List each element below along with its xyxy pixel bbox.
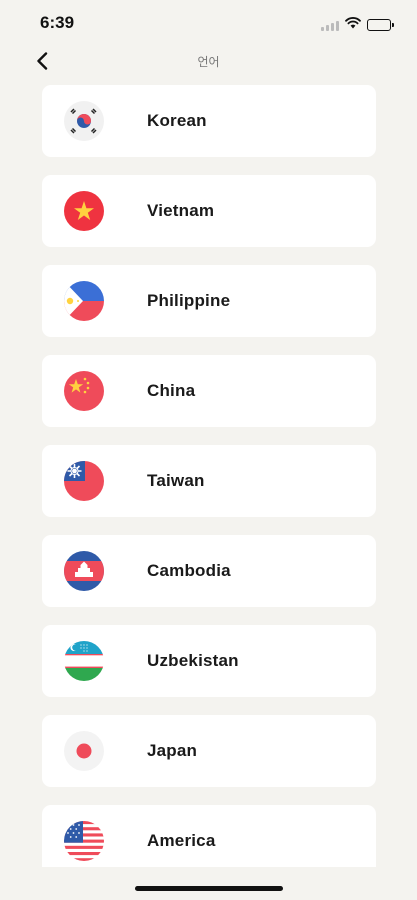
- japan-flag-icon: [64, 731, 104, 771]
- nav-bar: 언어: [0, 44, 417, 78]
- language-item-philippine[interactable]: Philippine: [42, 265, 376, 337]
- language-label: Philippine: [147, 291, 231, 310]
- status-bar: 6:39: [0, 0, 417, 44]
- cambodia-flag-icon: [64, 551, 104, 591]
- language-item-korean[interactable]: Korean: [42, 85, 376, 157]
- language-item-china[interactable]: China: [42, 355, 376, 427]
- language-item-uzbekistan[interactable]: Uzbekistan: [42, 625, 376, 697]
- language-label: Uzbekistan: [147, 651, 239, 670]
- language-item-japan[interactable]: Japan: [42, 715, 376, 787]
- battery-icon: [367, 19, 394, 31]
- language-label: America: [147, 831, 216, 850]
- page-title: 언어: [197, 55, 220, 69]
- uzbekistan-flag-icon: [64, 641, 104, 681]
- language-item-america[interactable]: America: [42, 805, 376, 867]
- korea-flag-icon: [64, 101, 104, 141]
- language-label: Vietnam: [147, 201, 215, 220]
- language-item-taiwan[interactable]: Taiwan: [42, 445, 376, 517]
- status-time: 6:39: [40, 13, 75, 32]
- wifi-icon: [345, 16, 361, 34]
- usa-flag-icon: [64, 821, 104, 861]
- philippines-flag-icon: [64, 281, 104, 321]
- language-label: Korean: [147, 111, 207, 130]
- signal-icon: [321, 20, 339, 31]
- language-label: China: [147, 381, 196, 400]
- status-icons: [321, 16, 394, 34]
- language-label: Japan: [147, 741, 198, 760]
- language-item-cambodia[interactable]: Cambodia: [42, 535, 376, 607]
- home-indicator: [135, 886, 283, 891]
- language-label: Taiwan: [147, 471, 205, 490]
- language-label: Cambodia: [147, 561, 231, 580]
- taiwan-flag-icon: [64, 461, 104, 501]
- china-flag-icon: [64, 371, 104, 411]
- vietnam-flag-icon: [64, 191, 104, 231]
- language-item-vietnam[interactable]: Vietnam: [42, 175, 376, 247]
- language-list: Korean Vietnam Philippine China Taiwan C…: [42, 85, 376, 867]
